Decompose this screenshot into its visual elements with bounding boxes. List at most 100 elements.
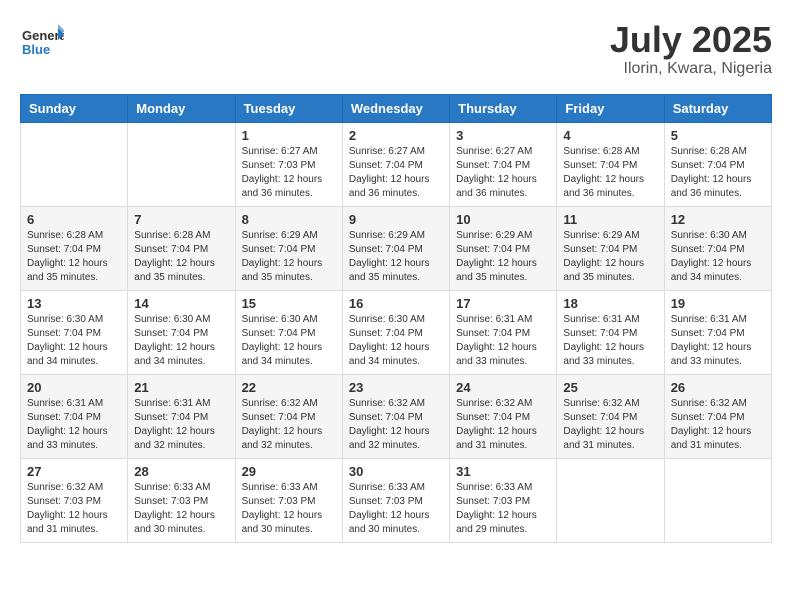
day-info: Sunrise: 6:33 AM Sunset: 7:03 PM Dayligh…	[349, 481, 443, 537]
day-number: 3	[456, 128, 550, 143]
day-number: 24	[456, 380, 550, 395]
day-number: 23	[349, 380, 443, 395]
svg-text:Blue: Blue	[22, 42, 50, 57]
day-info: Sunrise: 6:28 AM Sunset: 7:04 PM Dayligh…	[671, 145, 765, 201]
calendar-cell: 3 Sunrise: 6:27 AM Sunset: 7:04 PM Daylig…	[450, 122, 557, 206]
calendar-cell: 23Sunrise: 6:32 AM Sunset: 7:04 PM Dayli…	[342, 374, 449, 458]
calendar-header-cell: Saturday	[664, 94, 771, 122]
calendar-cell: 29Sunrise: 6:33 AM Sunset: 7:03 PM Dayli…	[235, 458, 342, 542]
calendar-week-row: 27 Sunrise: 6:32 AM Sunset: 7:03 PM Dayli…	[21, 458, 772, 542]
day-info: Sunrise: 6:32 AM Sunset: 7:04 PM Dayligh…	[456, 397, 550, 453]
day-number: 8	[242, 212, 336, 227]
day-info: Sunrise: 6:28 AM Sunset: 7:04 PM Dayligh…	[27, 229, 121, 285]
calendar-cell: 15Sunrise: 6:30 AM Sunset: 7:04 PM Dayli…	[235, 290, 342, 374]
logo-icon: General Blue	[20, 20, 64, 64]
day-number: 31	[456, 464, 550, 479]
calendar-cell: 27 Sunrise: 6:32 AM Sunset: 7:03 PM Dayli…	[21, 458, 128, 542]
day-info: Sunrise: 6:27 AM Sunset: 7:03 PM Dayligh…	[242, 145, 336, 201]
calendar-header-row: SundayMondayTuesdayWednesdayThursdayFrid…	[21, 94, 772, 122]
calendar-table: SundayMondayTuesdayWednesdayThursdayFrid…	[20, 94, 772, 543]
day-number: 10	[456, 212, 550, 227]
calendar-cell: 12Sunrise: 6:30 AM Sunset: 7:04 PM Dayli…	[664, 206, 771, 290]
day-number: 25	[563, 380, 657, 395]
svg-text:General: General	[22, 28, 64, 43]
day-number: 29	[242, 464, 336, 479]
day-info: Sunrise: 6:27 AM Sunset: 7:04 PM Dayligh…	[456, 145, 550, 201]
day-number: 20	[27, 380, 121, 395]
calendar-cell: 30 Sunrise: 6:33 AM Sunset: 7:03 PM Dayli…	[342, 458, 449, 542]
day-number: 12	[671, 212, 765, 227]
day-number: 17	[456, 296, 550, 311]
calendar-header-cell: Friday	[557, 94, 664, 122]
calendar-cell: 20 Sunrise: 6:31 AM Sunset: 7:04 PM Dayli…	[21, 374, 128, 458]
calendar-cell: 7 Sunrise: 6:28 AM Sunset: 7:04 PM Daylig…	[128, 206, 235, 290]
calendar-cell: 11 Sunrise: 6:29 AM Sunset: 7:04 PM Dayli…	[557, 206, 664, 290]
day-number: 18	[563, 296, 657, 311]
calendar-cell: 4 Sunrise: 6:28 AM Sunset: 7:04 PM Daylig…	[557, 122, 664, 206]
calendar-cell: 19Sunrise: 6:31 AM Sunset: 7:04 PM Dayli…	[664, 290, 771, 374]
day-info: Sunrise: 6:30 AM Sunset: 7:04 PM Dayligh…	[349, 313, 443, 369]
day-number: 16	[349, 296, 443, 311]
calendar-header-cell: Monday	[128, 94, 235, 122]
day-number: 9	[349, 212, 443, 227]
calendar-cell: 24 Sunrise: 6:32 AM Sunset: 7:04 PM Dayli…	[450, 374, 557, 458]
page-title: July 2025	[610, 20, 772, 60]
calendar-header-cell: Wednesday	[342, 94, 449, 122]
calendar-cell: 10 Sunrise: 6:29 AM Sunset: 7:04 PM Dayli…	[450, 206, 557, 290]
day-number: 7	[134, 212, 228, 227]
calendar-cell: 6Sunrise: 6:28 AM Sunset: 7:04 PM Daylig…	[21, 206, 128, 290]
calendar-week-row: 20 Sunrise: 6:31 AM Sunset: 7:04 PM Dayli…	[21, 374, 772, 458]
calendar-week-row: 13 Sunrise: 6:30 AM Sunset: 7:04 PM Dayli…	[21, 290, 772, 374]
calendar-cell: 16 Sunrise: 6:30 AM Sunset: 7:04 PM Dayli…	[342, 290, 449, 374]
day-info: Sunrise: 6:31 AM Sunset: 7:04 PM Dayligh…	[27, 397, 121, 453]
day-number: 28	[134, 464, 228, 479]
calendar-header-cell: Thursday	[450, 94, 557, 122]
day-number: 5	[671, 128, 765, 143]
day-info: Sunrise: 6:28 AM Sunset: 7:04 PM Dayligh…	[134, 229, 228, 285]
day-info: Sunrise: 6:33 AM Sunset: 7:03 PM Dayligh…	[134, 481, 228, 537]
day-info: Sunrise: 6:29 AM Sunset: 7:04 PM Dayligh…	[242, 229, 336, 285]
day-number: 4	[563, 128, 657, 143]
calendar-cell	[557, 458, 664, 542]
day-info: Sunrise: 6:32 AM Sunset: 7:04 PM Dayligh…	[671, 397, 765, 453]
calendar-cell: 31 Sunrise: 6:33 AM Sunset: 7:03 PM Dayli…	[450, 458, 557, 542]
day-info: Sunrise: 6:31 AM Sunset: 7:04 PM Dayligh…	[134, 397, 228, 453]
day-number: 13	[27, 296, 121, 311]
calendar-cell: 21Sunrise: 6:31 AM Sunset: 7:04 PM Dayli…	[128, 374, 235, 458]
calendar-week-row: 1Sunrise: 6:27 AM Sunset: 7:03 PM Daylig…	[21, 122, 772, 206]
calendar-cell	[664, 458, 771, 542]
calendar-cell: 9 Sunrise: 6:29 AM Sunset: 7:04 PM Daylig…	[342, 206, 449, 290]
day-number: 11	[563, 212, 657, 227]
calendar-body: 1Sunrise: 6:27 AM Sunset: 7:03 PM Daylig…	[21, 122, 772, 542]
day-info: Sunrise: 6:30 AM Sunset: 7:04 PM Dayligh…	[27, 313, 121, 369]
calendar-cell: 18 Sunrise: 6:31 AM Sunset: 7:04 PM Dayli…	[557, 290, 664, 374]
day-info: Sunrise: 6:32 AM Sunset: 7:04 PM Dayligh…	[242, 397, 336, 453]
calendar-cell	[128, 122, 235, 206]
calendar-cell: 25 Sunrise: 6:32 AM Sunset: 7:04 PM Dayli…	[557, 374, 664, 458]
day-number: 19	[671, 296, 765, 311]
day-info: Sunrise: 6:31 AM Sunset: 7:04 PM Dayligh…	[456, 313, 550, 369]
day-info: Sunrise: 6:29 AM Sunset: 7:04 PM Dayligh…	[456, 229, 550, 285]
day-number: 30	[349, 464, 443, 479]
day-info: Sunrise: 6:33 AM Sunset: 7:03 PM Dayligh…	[456, 481, 550, 537]
calendar-cell: 26 Sunrise: 6:32 AM Sunset: 7:04 PM Dayli…	[664, 374, 771, 458]
day-info: Sunrise: 6:28 AM Sunset: 7:04 PM Dayligh…	[563, 145, 657, 201]
day-info: Sunrise: 6:29 AM Sunset: 7:04 PM Dayligh…	[349, 229, 443, 285]
day-info: Sunrise: 6:27 AM Sunset: 7:04 PM Dayligh…	[349, 145, 443, 201]
calendar-cell: 5 Sunrise: 6:28 AM Sunset: 7:04 PM Daylig…	[664, 122, 771, 206]
day-info: Sunrise: 6:29 AM Sunset: 7:04 PM Dayligh…	[563, 229, 657, 285]
day-info: Sunrise: 6:32 AM Sunset: 7:03 PM Dayligh…	[27, 481, 121, 537]
day-number: 27	[27, 464, 121, 479]
day-info: Sunrise: 6:30 AM Sunset: 7:04 PM Dayligh…	[134, 313, 228, 369]
calendar-cell: 1Sunrise: 6:27 AM Sunset: 7:03 PM Daylig…	[235, 122, 342, 206]
day-number: 22	[242, 380, 336, 395]
day-number: 26	[671, 380, 765, 395]
day-info: Sunrise: 6:32 AM Sunset: 7:04 PM Dayligh…	[563, 397, 657, 453]
calendar-cell: 8 Sunrise: 6:29 AM Sunset: 7:04 PM Daylig…	[235, 206, 342, 290]
calendar-cell: 13 Sunrise: 6:30 AM Sunset: 7:04 PM Dayli…	[21, 290, 128, 374]
day-number: 15	[242, 296, 336, 311]
calendar-cell: 28 Sunrise: 6:33 AM Sunset: 7:03 PM Dayli…	[128, 458, 235, 542]
day-info: Sunrise: 6:31 AM Sunset: 7:04 PM Dayligh…	[563, 313, 657, 369]
page-header: General Blue July 2025 Ilorin, Kwara, Ni…	[20, 20, 772, 78]
page-subtitle: Ilorin, Kwara, Nigeria	[610, 60, 772, 78]
